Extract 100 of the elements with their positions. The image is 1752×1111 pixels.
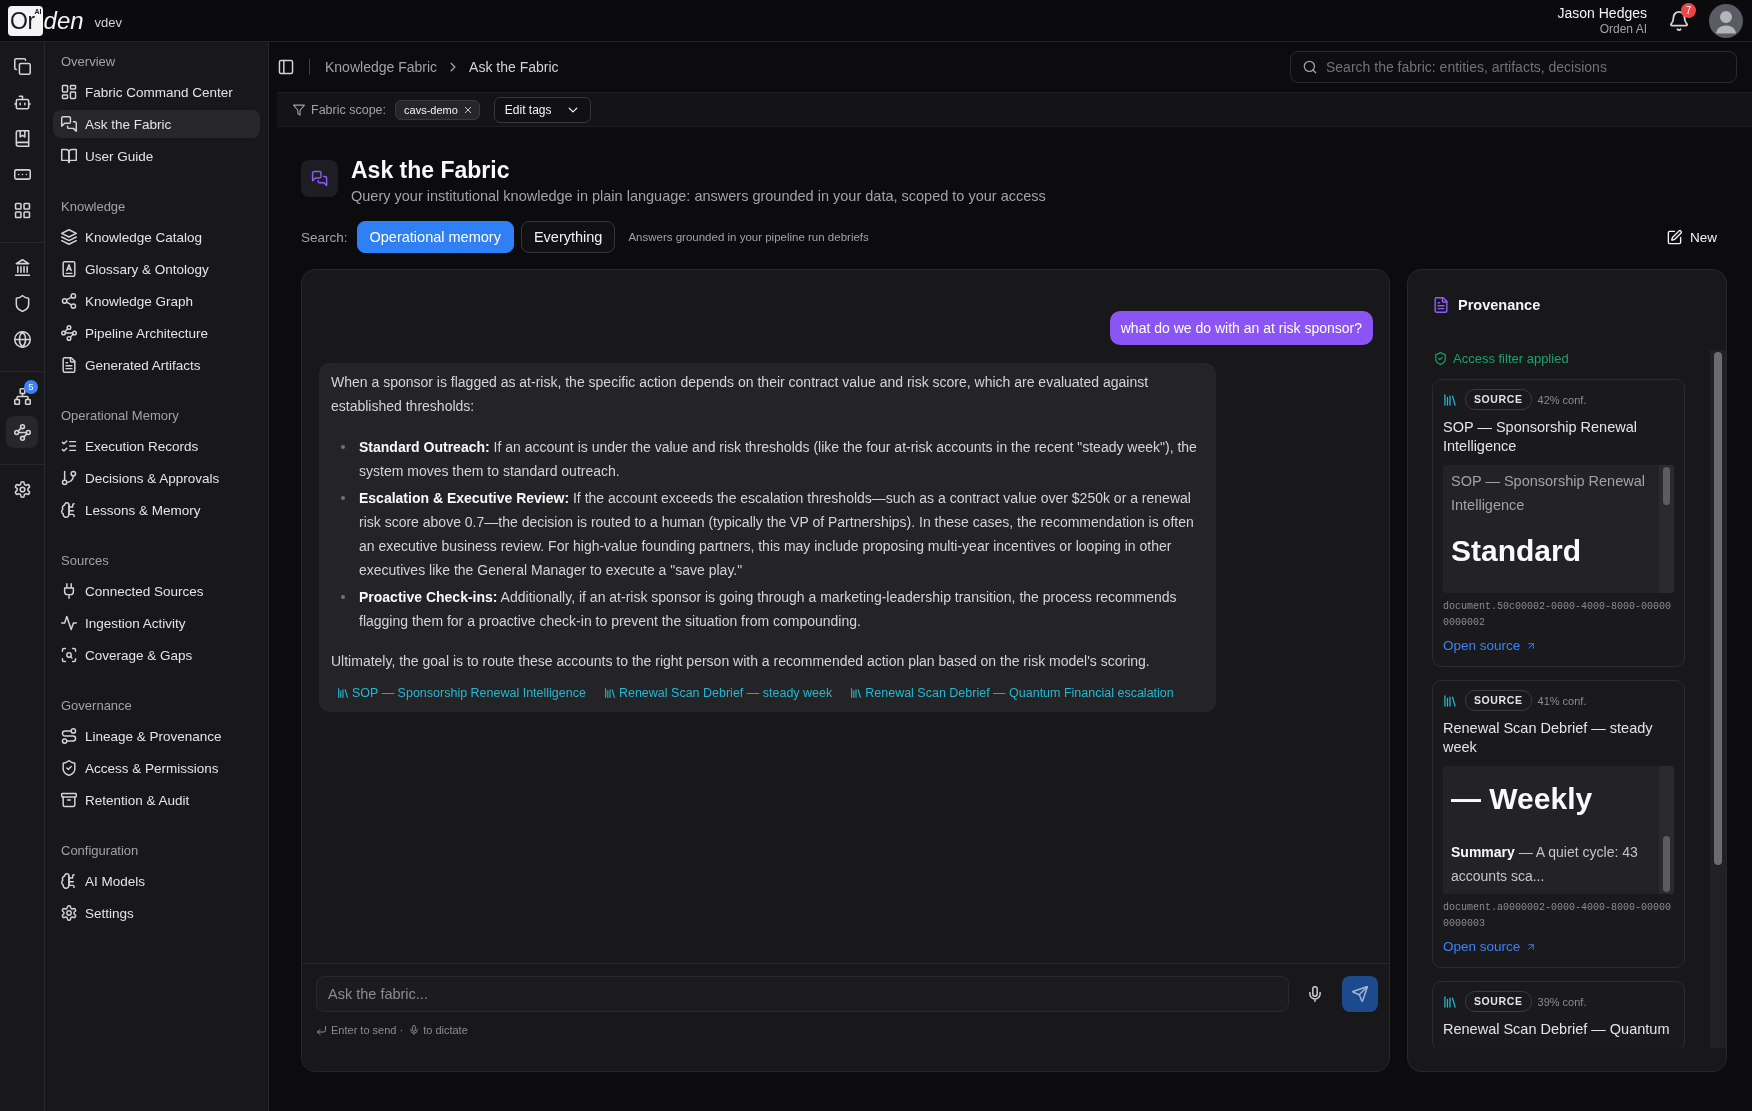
source-tag: SOURCE xyxy=(1465,690,1532,711)
sidebar-item[interactable]: User Guide xyxy=(53,142,260,170)
settings-icon xyxy=(13,480,31,498)
logo-letters: Or xyxy=(10,6,35,36)
sidebar-item[interactable]: Knowledge Catalog xyxy=(53,223,260,251)
section-heading: Sources xyxy=(60,552,110,570)
tag-label: cavs-demo xyxy=(404,103,458,116)
preview-heading: Standard xyxy=(1451,533,1583,569)
scan-icon xyxy=(61,647,77,663)
sidebar-item[interactable]: Access & Permissions xyxy=(53,754,260,782)
close-icon[interactable] xyxy=(462,104,473,115)
sidebar-item[interactable]: Glossary & Ontology xyxy=(53,255,260,283)
section-heading: Governance xyxy=(60,697,133,715)
message-input[interactable]: Ask the fabric... xyxy=(316,976,1289,1012)
layers-icon xyxy=(61,229,77,245)
send-button[interactable] xyxy=(1342,976,1378,1012)
source-title: Renewal Scan Debrief — steady week xyxy=(1443,719,1654,757)
section-heading: Knowledge xyxy=(60,198,127,216)
books-icon xyxy=(1443,994,1457,1009)
page-subtitle: Query your institutional knowledge in plain language: answers grounded in your data, scoped to your access xyxy=(351,187,1046,206)
source-tag: SOURCE xyxy=(1465,991,1532,1012)
search-mode-tab[interactable]: Operational memory xyxy=(356,221,514,253)
document-id: document.a0000002-0000-4000-8000-000000000003 xyxy=(1443,901,1673,931)
scrollbar[interactable] xyxy=(1659,766,1674,894)
search-icon xyxy=(1303,60,1317,74)
organization-name: Orden AI xyxy=(1599,21,1647,37)
scrollbar[interactable] xyxy=(1659,465,1674,593)
citation-link[interactable]: SOP — Sponsorship Renewal Intelligence xyxy=(337,685,586,701)
answer-bullet: Proactive Check-ins: Additionally, if an at-risk sponsor is going through a marketing-leadership transition, the process recommends flagging them for a proactive check-in to prevent the situation from compounding. xyxy=(359,588,1178,631)
mode-hint: Answers grounded in your pipeline run debriefs xyxy=(628,231,869,243)
sidebar-item[interactable]: Knowledge Graph xyxy=(53,287,260,315)
panel-title: Provenance xyxy=(1458,296,1541,314)
pulse-icon xyxy=(61,615,77,631)
sidebar-item[interactable]: Settings xyxy=(53,899,260,927)
nav-rail-button[interactable] xyxy=(6,416,38,448)
books-icon xyxy=(337,687,349,699)
sidebar-item[interactable]: Execution Records xyxy=(53,432,260,460)
notification-badge: 7 xyxy=(1681,2,1696,18)
shield-check-icon xyxy=(61,760,77,776)
share-nodes-icon xyxy=(61,293,77,309)
sidebar-item[interactable]: Generated Artifacts xyxy=(53,351,260,379)
documents-icon xyxy=(13,57,31,75)
brain-icon xyxy=(61,502,77,518)
sidebar-item[interactable]: Fabric Command Center xyxy=(53,78,260,106)
section-heading: Configuration xyxy=(60,842,140,860)
sidebar-item[interactable]: Retention & Audit xyxy=(53,786,260,814)
sidebar-item[interactable]: Lessons & Memory xyxy=(53,496,260,524)
count-badge: 5 xyxy=(24,380,38,394)
environment-label: vdev xyxy=(94,15,123,30)
breadcrumb-current: Ask the Fabric xyxy=(469,59,559,75)
sidebar-item[interactable]: Decisions & Approvals xyxy=(53,464,260,492)
hierarchy-icon xyxy=(13,387,31,405)
new-chat-button[interactable]: New xyxy=(1667,223,1727,251)
nav-rail-button[interactable]: 5 xyxy=(6,380,38,412)
user-avatar[interactable] xyxy=(1709,3,1743,38)
chat-bubbles-icon xyxy=(61,116,77,132)
arrow-up-right-icon xyxy=(1526,942,1537,952)
globe-icon xyxy=(13,330,31,348)
sidebar-item[interactable]: AI Models xyxy=(53,867,260,895)
plug-icon xyxy=(61,583,77,599)
confidence-label: 39% conf. xyxy=(1537,995,1587,1008)
breadcrumb-link[interactable]: Knowledge Fabric xyxy=(325,59,438,75)
nodes-icon xyxy=(13,423,31,441)
sidebar-item[interactable]: Connected Sources xyxy=(53,577,260,605)
answer-bullet: Standard Outreach: If an account is under the value and risk thresholds (like the four at-risk accounts in the recent "steady week"), the system moves them to standard outreach. xyxy=(359,438,1198,481)
sidebar-item[interactable]: Ingestion Activity xyxy=(53,609,260,637)
branch-icon xyxy=(61,470,77,486)
user-name: Jason Hedges xyxy=(1557,4,1647,22)
open-source-link[interactable]: Open source xyxy=(1443,938,1537,956)
chat-bubbles-icon xyxy=(301,160,338,197)
section-heading: Overview xyxy=(60,53,117,71)
open-book-icon xyxy=(61,148,77,164)
sidebar-item[interactable]: Lineage & Provenance xyxy=(53,722,260,750)
logo-text: den xyxy=(43,5,84,36)
search-field[interactable]: Search the fabric: entities, artifacts, decisions xyxy=(1290,51,1737,83)
brain-icon xyxy=(61,873,77,889)
open-source-link[interactable]: Open source xyxy=(1443,637,1537,655)
source-tag: SOURCE xyxy=(1465,389,1532,410)
citation-link[interactable]: Renewal Scan Debrief — steady week xyxy=(603,685,833,701)
settings-icon xyxy=(61,905,77,921)
pen-square-icon xyxy=(1667,229,1682,245)
microphone-icon[interactable] xyxy=(1307,986,1323,1002)
search-mode-label: Search: xyxy=(301,229,348,245)
dashboard-icon xyxy=(61,84,77,100)
sidebar-item[interactable]: Coverage & Gaps xyxy=(53,641,260,669)
sidebar-item[interactable]: Pipeline Architecture xyxy=(53,319,260,347)
letter-book-icon xyxy=(61,261,77,277)
document-id: document.50c00002-0000-4000-8000-000000000002 xyxy=(1443,600,1673,630)
microphone-icon xyxy=(409,1025,420,1035)
panel-toggle-icon[interactable] xyxy=(278,59,294,75)
sidebar-item[interactable]: Ask the Fabric xyxy=(53,110,260,138)
search-mode-tab[interactable]: Everything xyxy=(520,221,616,253)
citation-link[interactable]: Renewal Scan Debrief — Quantum Financial escalation xyxy=(850,685,1174,701)
edit-tags-button[interactable]: Edit tags xyxy=(493,96,591,123)
answer-bullet: Escalation & Executive Review: If the account exceeds the escalation thresholds—such as a contract value over $250k or a renewal risk score above 0.7—the decision is routed to a human (typically the VP of Partnerships). In these cases, the recommendation is often an executive business review. For high-value founding partners, this may include proposing multi-year incentives or looping in other executives like the General Manager to execute a "save play." xyxy=(359,489,1195,580)
scrollbar[interactable] xyxy=(1710,350,1726,1048)
send-icon xyxy=(1352,986,1368,1002)
answer-paragraph: When a sponsor is flagged as at-risk, the specific action depends on their contract value and risk score, which are evaluated against established thresholds: xyxy=(331,373,1150,416)
source-title: SOP — Sponsorship Renewal Intelligence xyxy=(1443,418,1638,456)
document-icon xyxy=(1433,297,1449,313)
